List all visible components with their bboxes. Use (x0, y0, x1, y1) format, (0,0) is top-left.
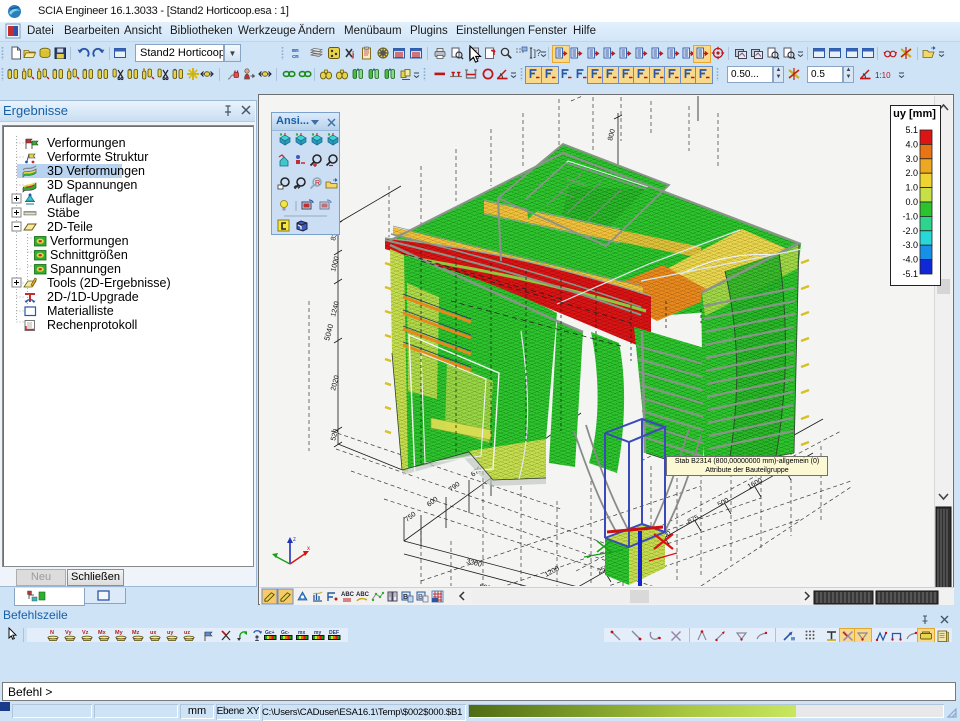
svg-text:My: My (115, 630, 124, 636)
svg-text:3300: 3300 (466, 558, 483, 569)
svg-text:Rechenprotokoll: Rechenprotokoll (47, 318, 137, 332)
svg-text:Auflager: Auflager (47, 192, 94, 206)
svg-text:Gc-: Gc- (281, 630, 290, 636)
svg-text:Vy: Vy (65, 630, 72, 636)
svg-text:Mx: Mx (98, 630, 107, 636)
svg-text:Materialliste: Materialliste (47, 304, 114, 318)
svg-text:uy: uy (167, 630, 174, 636)
svg-text:ux: ux (150, 630, 157, 636)
svg-text:Mz: Mz (132, 630, 140, 636)
svg-text:500: 500 (717, 497, 731, 509)
svg-text:5.1: 5.1 (905, 125, 918, 135)
svg-text:B: B (403, 594, 408, 601)
svg-text:Verformungen: Verformungen (47, 136, 126, 150)
svg-text:5040: 5040 (322, 323, 335, 341)
svg-text:N: N (50, 630, 54, 636)
svg-text:1240: 1240 (330, 301, 341, 318)
svg-text:875: 875 (687, 514, 701, 526)
svg-text:B: B (418, 594, 423, 601)
svg-text:3D Spannungen: 3D Spannungen (47, 178, 137, 192)
svg-text:1200: 1200 (544, 565, 561, 579)
svg-text:-3.0: -3.0 (902, 240, 918, 250)
svg-text:Gc+: Gc+ (265, 630, 275, 636)
svg-text:z: z (293, 537, 296, 543)
svg-text:2D-/1D-Upgrade: 2D-/1D-Upgrade (47, 290, 139, 304)
svg-text:2.0: 2.0 (905, 168, 918, 178)
svg-text:Vz: Vz (82, 630, 89, 636)
svg-text:ABC: ABC (356, 592, 370, 598)
svg-text:1:10: 1:10 (875, 71, 891, 80)
svg-text:Verformte Struktur: Verformte Struktur (47, 150, 148, 164)
svg-text:2D-Teile: 2D-Teile (47, 220, 93, 234)
svg-text:1000: 1000 (330, 256, 341, 273)
svg-text:ABC: ABC (341, 592, 355, 598)
svg-text:x: x (307, 546, 310, 552)
svg-text:3D Verformungen: 3D Verformungen (47, 164, 145, 178)
svg-text:uz: uz (184, 630, 190, 636)
svg-text:-5.1: -5.1 (902, 269, 918, 279)
svg-text:1.0: 1.0 (905, 183, 918, 193)
svg-text:-1.0: -1.0 (902, 211, 918, 221)
svg-text:520: 520 (330, 428, 340, 441)
svg-text:4.0: 4.0 (905, 139, 918, 149)
svg-text:Spannungen: Spannungen (50, 262, 121, 276)
svg-text:790: 790 (448, 481, 462, 494)
svg-text:my: my (314, 630, 321, 636)
svg-text:800: 800 (607, 128, 617, 141)
svg-text:0.0: 0.0 (905, 197, 918, 207)
svg-text:750: 750 (404, 511, 418, 524)
svg-text:Schnittgrößen: Schnittgrößen (50, 248, 128, 262)
svg-text:Stäbe: Stäbe (47, 206, 80, 220)
svg-text:6000: 6000 (479, 583, 496, 586)
svg-text:-2.0: -2.0 (902, 226, 918, 236)
svg-text:Verformungen: Verformungen (50, 234, 129, 248)
svg-text:Tools (2D-Ergebnisse): Tools (2D-Ergebnisse) (47, 276, 171, 290)
svg-text:600: 600 (426, 496, 440, 509)
svg-text:-4.0: -4.0 (902, 255, 918, 265)
svg-text:DEF: DEF (329, 630, 339, 636)
svg-text:3.0: 3.0 (905, 154, 918, 164)
svg-text:mx: mx (298, 630, 305, 636)
svg-text:2020: 2020 (330, 375, 341, 392)
